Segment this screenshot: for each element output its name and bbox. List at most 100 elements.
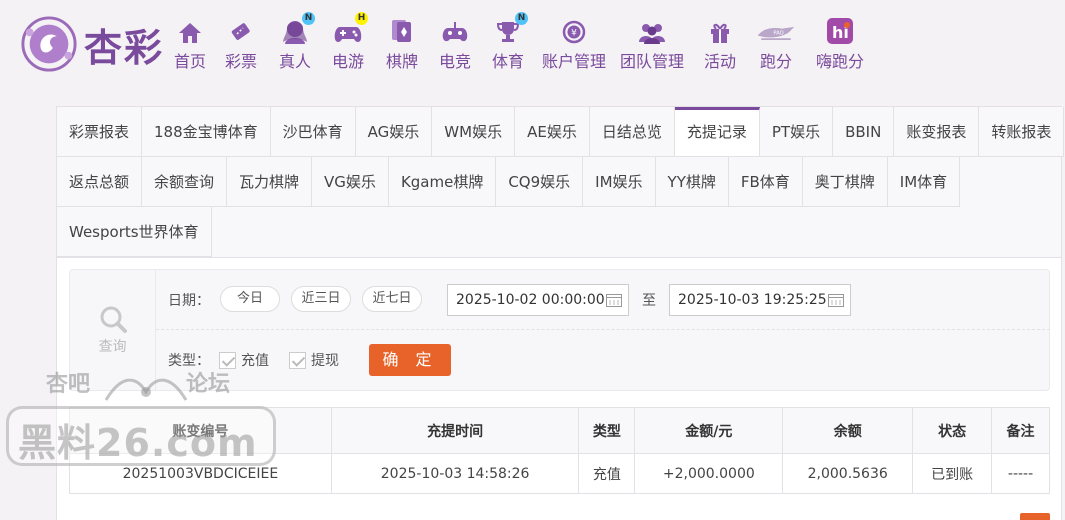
nav-label: 彩票 [224,52,257,71]
column-header[interactable]: 状态 [912,407,993,454]
transactions-table: 账变编号 充提时间 类型 金额/元 余额 状态 备注 20251003VBDCI… [69,407,1050,494]
nav-label: 团队管理 [620,52,685,71]
report-panel: 彩票报表 188金宝博体育 沙巴体育 AG娱乐 WM娱乐 AE娱乐 日结总览 充提记录 PT娱乐… [56,106,1065,520]
nav-item-0[interactable]: 首页 [170,18,210,72]
nav-label: 体育 [491,52,524,71]
column-header[interactable]: 账变编号 [69,407,332,454]
date-label: 日期： [168,293,210,309]
tab-row1-11[interactable]: 转账报表 [979,107,1065,157]
nav-label: 电竞 [438,52,471,71]
nav-item-1[interactable]: 彩票 [221,18,261,72]
live-dealer-icon: N [275,12,315,44]
tab-row1-7[interactable]: 充提记录 [674,107,760,157]
confirm-button[interactable]: 确 定 [369,344,451,376]
transaction-id-cell: 20251003VBDCICEIEE [69,453,332,494]
amount-cell: +2,000.0000 [634,453,784,494]
tab-row1-0[interactable]: 彩票报表 [57,107,143,157]
nav-badge: N [302,12,315,25]
nav-item-6[interactable]: N 体育 [488,12,528,72]
end-date-value: 2025-10-03 19:25:25 [678,292,827,308]
tab-row2-2[interactable]: 瓦力棋牌 [227,157,313,207]
tab-row2-9[interactable]: 奥丁棋牌 [802,157,888,207]
end-date-input[interactable]: 2025-10-03 19:25:25 [669,284,851,316]
nav-label: 嗨跑分 [816,52,865,71]
tab-row2-1[interactable]: 余额查询 [142,157,228,207]
tab-row1-5[interactable]: AE娱乐 [515,107,590,157]
to-label: 至 [642,293,656,309]
tab-row2-10[interactable]: IM体育 [887,157,961,207]
brand-logo[interactable]: 杏彩 [20,14,164,74]
trophy-icon: N [488,12,528,44]
tab-row2-7[interactable]: YY棋牌 [655,157,729,207]
tab-row1-4[interactable]: WM娱乐 [432,107,516,157]
tab-row1-1[interactable]: 188金宝博体育 [142,107,271,157]
brand-emblem-icon [21,16,77,72]
svg-text:¥: ¥ [571,29,577,39]
column-header[interactable]: 类型 [578,407,636,454]
tab-row3-0[interactable]: Wesports世界体育 [57,207,212,257]
column-header[interactable]: 金额/元 [634,407,784,454]
table-row[interactable]: 20251003VBDCICEIEE 2025-10-03 14:58:26 充… [69,453,1050,494]
column-header[interactable]: 余额 [782,407,914,454]
nav-item-9[interactable]: 活动 [700,18,740,72]
nav-item-5[interactable]: 电竞 [435,18,475,72]
cards-icon [382,18,422,44]
balance-cell: 2,000.5636 [782,453,914,494]
tab-row2-4[interactable]: Kgame棋牌 [388,157,497,207]
nav-item-8[interactable]: 团队管理 [620,18,684,72]
nav-label: 棋牌 [385,52,418,71]
last-7-days-button[interactable]: 近七日 [362,286,422,312]
nav-item-2[interactable]: N 真人 [275,12,315,72]
calendar-icon[interactable] [828,293,844,307]
column-header[interactable]: 充提时间 [330,407,580,454]
tab-row1-9[interactable]: BBIN [833,107,895,157]
checkbox-box[interactable] [289,351,306,369]
gamepad-icon: H [328,12,368,44]
tab-row2-0[interactable]: 返点总额 [57,157,143,207]
nav-label: 真人 [278,52,311,71]
nav-item-10[interactable]: PAO 跑分 [756,18,796,72]
tab-row1-8[interactable]: PT娱乐 [759,107,834,157]
type-withdraw-label: 提现 [311,353,339,369]
tab-row1-10[interactable]: 账变报表 [894,107,980,157]
nav-item-11[interactable]: hi 嗨跑分 [816,18,864,72]
tab-row1-3[interactable]: AG娱乐 [355,107,433,157]
today-button[interactable]: 今日 [220,286,280,312]
lottery-ticket-icon [221,18,261,44]
svg-text:PAO: PAO [773,31,783,37]
tab-row2-5[interactable]: CQ9娱乐 [496,157,584,207]
nav-badge: H [355,12,368,25]
tab-row2-8[interactable]: FB体育 [728,157,803,207]
nav-item-3[interactable]: H 电游 [328,12,368,72]
report-tabs: 彩票报表 188金宝博体育 沙巴体育 AG娱乐 WM娱乐 AE娱乐 日结总览 充提记录 PT娱乐… [57,107,1065,258]
tab-row1-6[interactable]: 日结总览 [589,107,675,157]
type-row: 类型： 充值 提现 确 定 [156,330,1050,390]
calendar-icon[interactable] [606,293,622,307]
date-row: 日期： 今日 近三日 近七日 2025-10-02 00:00:00 至 202… [156,270,1050,330]
checkbox-box[interactable] [219,351,236,369]
tab-row2-3[interactable]: VG娱乐 [312,157,389,207]
column-header[interactable]: 备注 [991,407,1050,454]
tabs-row: 返点总额 余额查询 瓦力棋牌 VG娱乐 Kgame棋牌 CQ9娱乐 IM娱乐 YY棋牌 FB体育… [57,157,1061,207]
brand-name: 杏彩 [84,25,165,70]
nav-item-4[interactable]: 棋牌 [382,18,422,72]
team-icon [632,18,672,44]
nav-label: 账户管理 [542,52,607,71]
query-label: 查询 [98,339,127,355]
transaction-time-cell: 2025-10-03 14:58:26 [330,453,580,494]
home-icon [170,18,210,44]
start-date-input[interactable]: 2025-10-02 00:00:00 [447,284,629,316]
query-button[interactable]: 查询 [70,270,156,390]
tab-row1-2[interactable]: 沙巴体育 [270,107,356,157]
table-header-row: 账变编号 充提时间 类型 金额/元 余额 状态 备注 [69,407,1050,454]
last-3-days-button[interactable]: 近三日 [291,286,351,312]
scroll-top-button[interactable] [1020,513,1050,520]
tabs-row: Wesports世界体育 [57,207,1061,257]
transaction-type-cell: 充值 [578,453,636,494]
tab-row2-6[interactable]: IM娱乐 [583,157,656,207]
tabs-row: 彩票报表 188金宝博体育 沙巴体育 AG娱乐 WM娱乐 AE娱乐 日结总览 充提记录 PT娱乐… [57,107,1065,157]
type-deposit-checkbox[interactable]: 充值 [219,350,269,370]
remark-cell: ----- [991,453,1050,494]
type-withdraw-checkbox[interactable]: 提现 [289,350,339,370]
nav-item-7[interactable]: ¥ 账户管理 [542,18,606,72]
